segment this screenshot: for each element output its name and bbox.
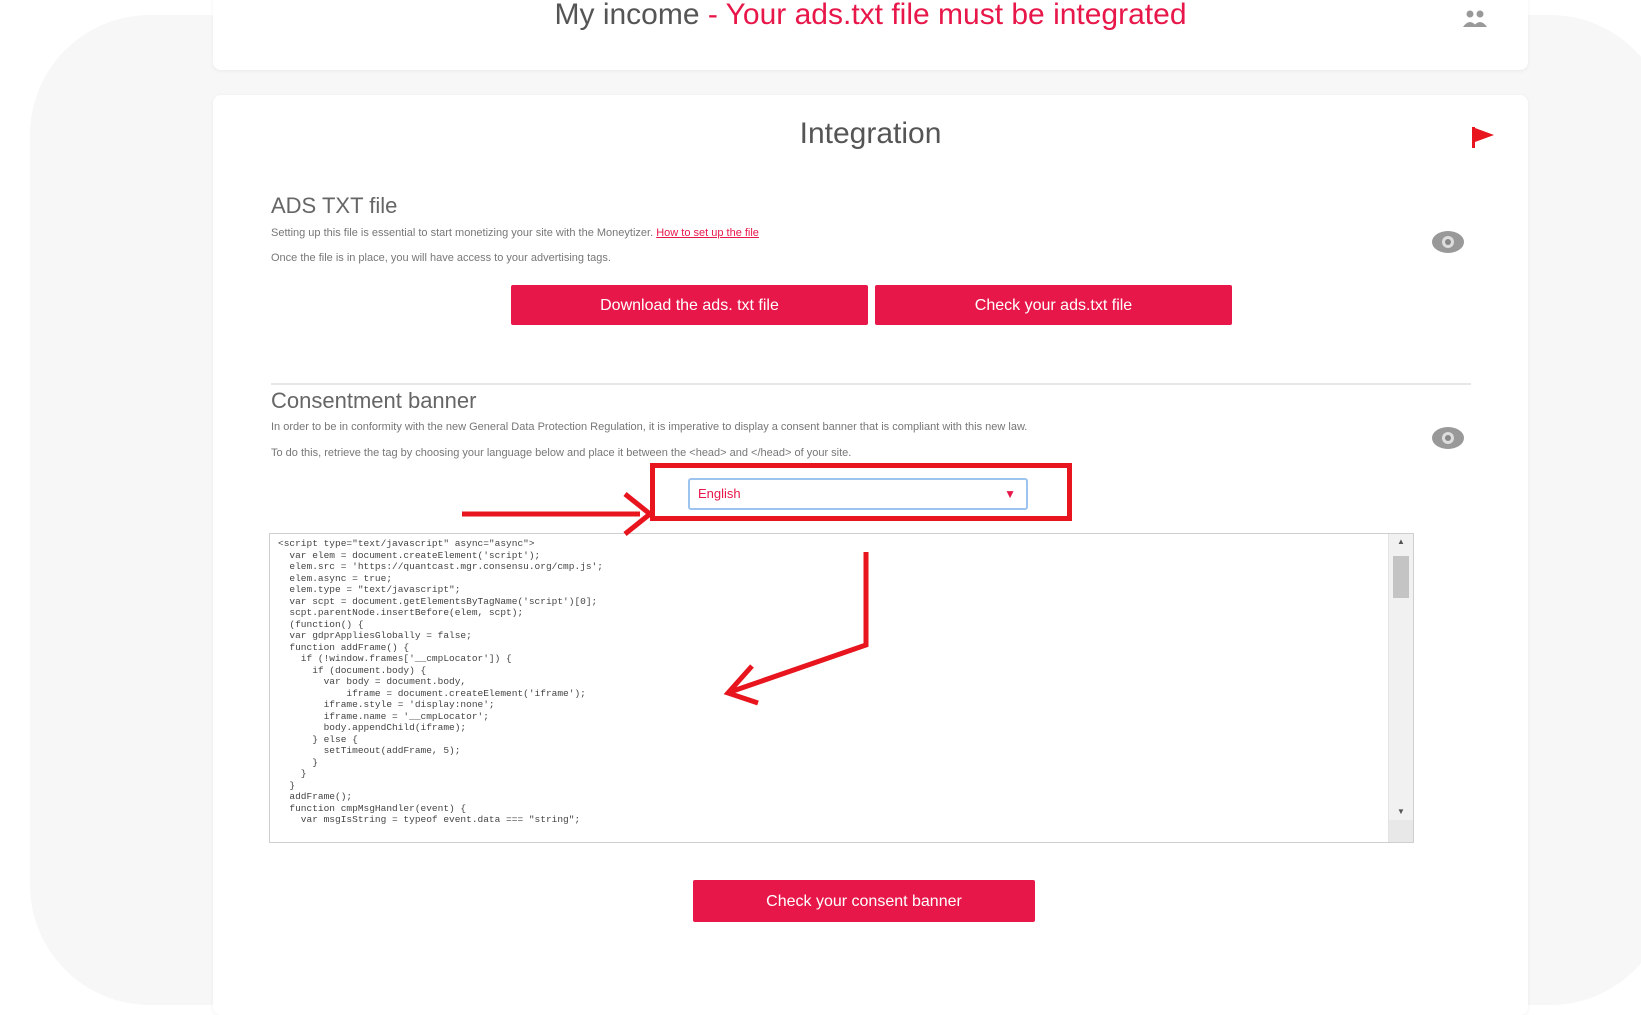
chevron-down-icon: ▼ (1004, 487, 1016, 501)
language-select[interactable]: English ▼ (688, 478, 1028, 510)
integration-title: Integration (799, 117, 942, 150)
section-divider (271, 383, 1471, 385)
consent-description-1: In order to be in conformity with the ne… (271, 421, 1028, 433)
consent-heading: Consentment banner (271, 388, 477, 413)
title-separator: - (699, 0, 726, 31)
scroll-down-icon[interactable]: ▼ (1389, 804, 1413, 820)
language-select-value: English (698, 486, 741, 501)
scroll-thumb[interactable] (1393, 556, 1409, 598)
setup-file-link[interactable]: How to set up the file (656, 227, 759, 239)
red-flag-icon[interactable] (1470, 125, 1496, 149)
consent-code: <script type="text/javascript" async="as… (278, 538, 603, 825)
consent-code-textarea[interactable]: <script type="text/javascript" async="as… (269, 533, 1414, 843)
eye-icon[interactable] (1430, 424, 1466, 452)
ads-txt-text-1: Setting up this file is essential to sta… (271, 227, 654, 239)
eye-icon[interactable] (1430, 228, 1466, 256)
income-header-card: My income - Your ads.txt file must be in… (213, 0, 1528, 70)
consent-description-2: To do this, retrieve the tag by choosing… (271, 447, 852, 459)
income-title: My income (554, 0, 700, 31)
income-header-title: My income - Your ads.txt file must be in… (213, 0, 1528, 32)
ads-txt-description: Setting up this file is essential to sta… (271, 226, 759, 240)
scroll-up-icon[interactable]: ▲ (1389, 534, 1413, 550)
ads-txt-warning: Your ads.txt file must be integrated (725, 0, 1187, 31)
check-ads-txt-button[interactable]: Check your ads.txt file (875, 285, 1232, 325)
people-icon[interactable] (1462, 8, 1488, 28)
code-scrollbar[interactable]: ▲ ▼ (1388, 534, 1413, 842)
ads-txt-text-2: Once the file is in place, you will have… (271, 252, 611, 264)
resize-grip-icon[interactable] (1389, 820, 1413, 842)
integration-card: Integration ADS TXT file Setting up this… (213, 95, 1528, 1015)
check-consent-banner-button[interactable]: Check your consent banner (693, 880, 1035, 922)
download-ads-txt-button[interactable]: Download the ads. txt file (511, 285, 868, 325)
ads-txt-heading: ADS TXT file (271, 193, 398, 218)
